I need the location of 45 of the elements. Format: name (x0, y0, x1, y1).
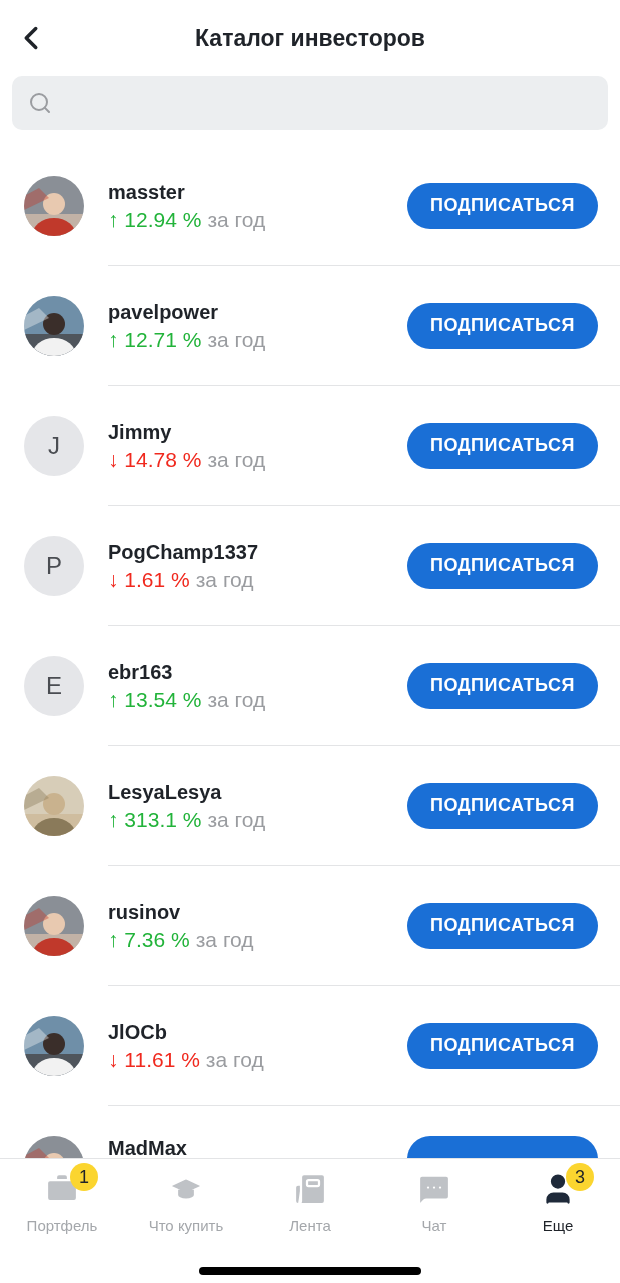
subscribe-button[interactable]: ПОДПИСАТЬСЯ (407, 902, 598, 949)
tab[interactable]: 1 Портфель (0, 1159, 124, 1249)
return-value: ↓ 14.78 % (108, 447, 202, 472)
period-label: за год (195, 567, 254, 592)
return-value: ↓ 11.61 % (108, 1047, 200, 1072)
investor-name: Jimmy (108, 419, 173, 444)
return-value: ↑ 7.36 % (108, 927, 190, 952)
avatar: P (24, 536, 84, 596)
period-label: за год (207, 447, 266, 472)
page-title: Каталог инвесторов (195, 23, 425, 53)
subscribe-button[interactable]: ПОДПИСАТЬСЯ (407, 422, 598, 469)
search-icon (28, 91, 52, 115)
investor-name: ebr163 (108, 659, 174, 684)
period-label: за год (205, 1047, 264, 1072)
investor-name: pavelpower (108, 299, 220, 324)
return-value: ↑ 313.1 % (108, 807, 202, 832)
tab[interactable]: Что купить (124, 1159, 248, 1249)
investor-name: rusinov (108, 899, 182, 924)
subscribe-button[interactable]: ПОДПИСАТЬСЯ (407, 182, 598, 229)
return-value: ↓ 1.61 % (108, 567, 190, 592)
search-field[interactable] (12, 76, 608, 130)
investor-name: JlOCb (108, 1019, 168, 1044)
investor-name: masster (108, 179, 186, 204)
return-value: ↑ 12.94 % (108, 207, 202, 232)
subscribe-button[interactable]: ПОДПИСАТЬСЯ (407, 1022, 598, 1069)
period-label: за год (207, 207, 266, 232)
period-label: за год (195, 927, 254, 952)
investor-name: MadMax (108, 1136, 188, 1158)
period-label: за год (207, 327, 266, 352)
subscribe-button[interactable]: ПОДПИСАТЬСЯ (407, 782, 598, 829)
tab[interactable]: Лента (248, 1159, 372, 1249)
subscribe-button[interactable]: ПОДПИСАТЬСЯ (407, 302, 598, 349)
avatar: J (24, 416, 84, 476)
subscribe-button[interactable]: ПОДПИСАТЬСЯ (407, 542, 598, 589)
avatar: E (24, 656, 84, 716)
period-label: за год (207, 687, 266, 712)
subscribe-button[interactable]: ПОДПИСАТЬСЯ (407, 662, 598, 709)
return-value: ↑ 12.71 % (108, 327, 202, 352)
tab[interactable]: 3 Еще (496, 1159, 620, 1249)
investor-name: PogChamp1337 (108, 539, 260, 564)
investor-name: LesyaLesya (108, 779, 223, 804)
return-value: ↑ 13.54 % (108, 687, 202, 712)
badge: 3 (566, 1163, 594, 1191)
badge: 1 (70, 1163, 98, 1191)
period-label: за год (207, 807, 266, 832)
